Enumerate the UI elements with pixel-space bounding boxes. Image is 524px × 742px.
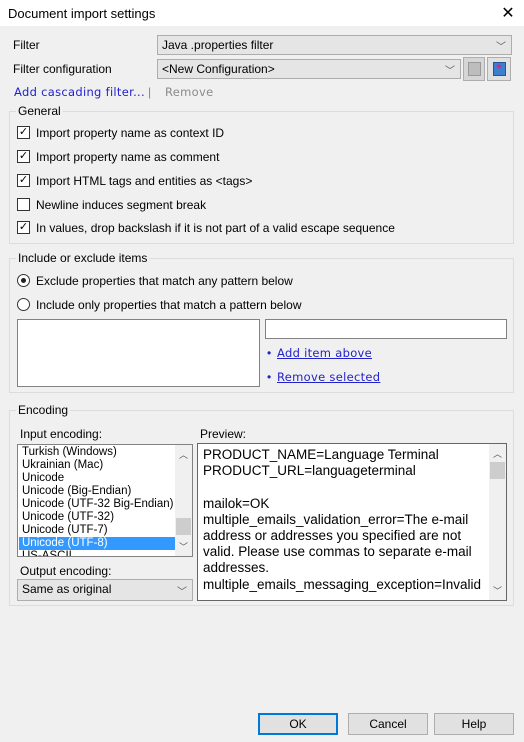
encoding-title: Encoding	[16, 403, 71, 417]
checkbox-label[interactable]: Import property name as comment	[36, 150, 219, 164]
preview-box[interactable]: PRODUCT_NAME=Language Terminal PRODUCT_U…	[197, 443, 507, 601]
encoding-list-item[interactable]: Turkish (Windows)	[19, 446, 175, 459]
ok-button[interactable]: OK	[258, 713, 338, 735]
filter-combo[interactable]: Java .properties filter ﹀	[157, 35, 512, 55]
checkbox-label[interactable]: Import property name as context ID	[36, 126, 224, 140]
add-item-link[interactable]: Add item above	[277, 346, 372, 360]
help-button[interactable]: Help	[434, 713, 514, 735]
close-icon[interactable]: ✕	[500, 3, 516, 23]
output-encoding-value: Same as original	[22, 582, 112, 596]
output-encoding-combo[interactable]: Same as original ﹀	[17, 579, 193, 601]
scroll-thumb[interactable]	[490, 462, 505, 479]
checkbox-label[interactable]: In values, drop backslash if it is not p…	[36, 221, 395, 235]
encoding-list-item[interactable]: Unicode (Big-Endian)	[19, 485, 175, 498]
scroll-down-icon[interactable]: ﹀	[175, 540, 192, 553]
checkbox[interactable]: ✓	[17, 126, 30, 139]
scroll-up-icon[interactable]: ︿	[175, 448, 192, 461]
scroll-up-icon[interactable]: ︿	[489, 447, 506, 460]
cancel-button[interactable]: Cancel	[348, 713, 428, 735]
encoding-list-item[interactable]: Unicode (UTF-32)	[19, 511, 175, 524]
filter-config-label: Filter configuration	[13, 62, 112, 76]
filter-value: Java .properties filter	[162, 38, 274, 52]
checkbox[interactable]: ✓	[17, 174, 30, 187]
filter-config-combo[interactable]: <New Configuration> ﹀	[157, 59, 461, 79]
bullet: •	[267, 370, 272, 384]
output-encoding-label: Output encoding:	[20, 564, 112, 578]
scrollbar[interactable]: ︿ ﹀	[489, 444, 506, 600]
chevron-down-icon: ﹀	[445, 66, 455, 77]
include-title: Include or exclude items	[16, 251, 150, 265]
encoding-list-item[interactable]: Unicode	[19, 472, 175, 485]
remove-filter-link[interactable]: Remove	[165, 85, 213, 99]
remove-selected-link[interactable]: Remove selected	[277, 370, 380, 384]
save-new-icon: +	[493, 61, 506, 76]
preview-text: PRODUCT_NAME=Language Terminal PRODUCT_U…	[203, 447, 482, 592]
filter-label: Filter	[13, 38, 40, 52]
chevron-down-icon: ﹀	[177, 587, 187, 598]
bullet: •	[267, 346, 272, 360]
link-separator: |	[148, 85, 152, 99]
input-encoding-list[interactable]: Turkish (Windows) Ukrainian (Mac) Unicode U…	[17, 444, 193, 557]
scroll-down-icon[interactable]: ﹀	[489, 584, 506, 597]
preview-label: Preview:	[200, 427, 247, 441]
encoding-list-item[interactable]: Ukrainian (Mac)	[19, 459, 175, 472]
save-as-new-config-button[interactable]: +	[487, 57, 511, 81]
window-title: Document import settings	[8, 6, 156, 21]
encoding-list-item[interactable]: Unicode (UTF-7)	[19, 524, 175, 537]
checkbox-label[interactable]: Newline induces segment break	[36, 198, 206, 212]
radio-button[interactable]	[17, 274, 30, 287]
filter-config-value: <New Configuration>	[162, 62, 275, 76]
chevron-down-icon: ﹀	[496, 42, 506, 53]
checkbox[interactable]: ✓	[17, 150, 30, 163]
add-cascading-filter-link[interactable]: Add cascading filter...	[14, 85, 145, 99]
pattern-input[interactable]	[265, 319, 507, 339]
checkbox[interactable]	[17, 198, 30, 211]
checkbox[interactable]: ✓	[17, 221, 30, 234]
radio-label[interactable]: Exclude properties that match any patter…	[36, 274, 293, 288]
checkbox-label[interactable]: Import HTML tags and entities as <tags>	[36, 174, 252, 188]
encoding-list-item[interactable]: Unicode (UTF-8)	[19, 537, 175, 550]
radio-label[interactable]: Include only properties that match a pat…	[36, 298, 302, 312]
radio-button[interactable]	[17, 298, 30, 311]
pattern-list[interactable]	[17, 319, 260, 387]
save-icon	[468, 62, 481, 76]
scrollbar[interactable]: ︿ ﹀	[175, 445, 192, 556]
input-encoding-label: Input encoding:	[20, 427, 103, 441]
scroll-thumb[interactable]	[176, 518, 191, 535]
encoding-list-item[interactable]: US-ASCII	[19, 550, 175, 556]
save-config-button[interactable]	[463, 57, 485, 81]
general-title: General	[16, 104, 63, 118]
encoding-list-item[interactable]: Unicode (UTF-32 Big-Endian)	[19, 498, 175, 511]
